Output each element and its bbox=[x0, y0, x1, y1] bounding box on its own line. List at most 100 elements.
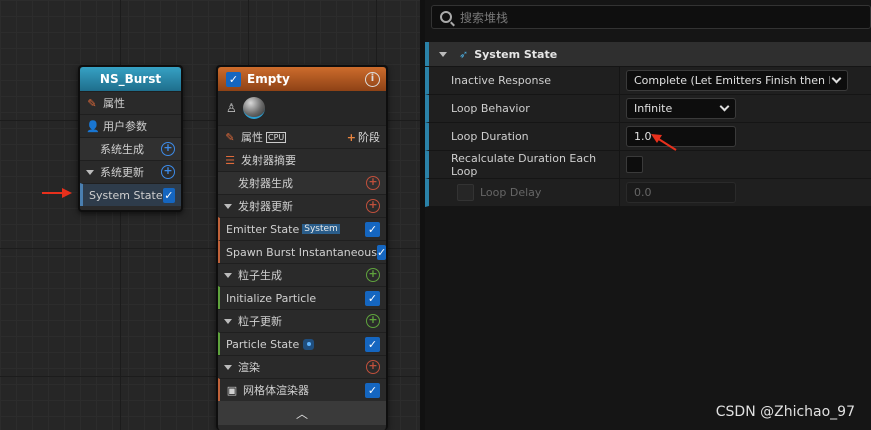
row-label: Particle State bbox=[226, 337, 300, 351]
prop-recalculate-duration: Recalculate Duration Each Loop bbox=[425, 150, 871, 179]
add-module-icon[interactable]: + bbox=[366, 199, 380, 213]
node-row-properties[interactable]: ✎ 属性 CPU + 阶段 bbox=[218, 125, 386, 148]
add-module-icon[interactable]: + bbox=[161, 165, 175, 179]
collapse-button[interactable]: ︿ bbox=[218, 401, 386, 425]
row-label: 发射器更新 bbox=[238, 200, 293, 213]
node-row-summary[interactable]: ☰ 发射器摘要 bbox=[218, 148, 386, 171]
node-row-system-update[interactable]: 系统更新 + bbox=[80, 160, 181, 183]
inactive-response-dropdown[interactable]: Complete (Let Emitters Finish then Kill) bbox=[626, 70, 848, 91]
node-row-properties[interactable]: ✎ 属性 bbox=[80, 91, 181, 114]
search-input[interactable]: 搜索堆栈 bbox=[431, 5, 871, 29]
enabled-checkbox[interactable]: ✓ bbox=[365, 290, 380, 306]
watermark: CSDN @Zhichao_97 bbox=[715, 404, 855, 420]
enabled-checkbox[interactable]: ✓ bbox=[365, 221, 380, 237]
system-overview-graph[interactable]: NS_Burst ✎ 属性 👤 用户参数 系统生成 + 系统更新 + Syste… bbox=[0, 0, 420, 430]
node-row-render[interactable]: 渲染 + bbox=[218, 355, 386, 378]
pencil-icon: ✎ bbox=[225, 130, 235, 144]
list-icon: ☰ bbox=[225, 153, 235, 167]
emitter-node-empty[interactable]: ✓ Empty i ♙ ✎ 属性 CPU +阶段 ☰ 发射器摘要 发射器生成 bbox=[216, 65, 388, 430]
annotation-arrow-icon bbox=[42, 188, 72, 198]
node-row-system-spawn[interactable]: 系统生成 + bbox=[80, 137, 181, 160]
add-module-icon[interactable]: + bbox=[366, 268, 380, 282]
node-row-user-params[interactable]: 👤 用户参数 bbox=[80, 114, 181, 137]
add-module-icon[interactable]: + bbox=[161, 142, 175, 156]
system-tag: System bbox=[302, 224, 340, 234]
node-row-particle-update[interactable]: 粒子更新 + bbox=[218, 309, 386, 332]
prop-loop-duration: Loop Duration 1.0 bbox=[425, 122, 871, 151]
chevron-down-icon bbox=[831, 73, 842, 84]
enabled-checkbox[interactable]: ✓ bbox=[376, 244, 387, 260]
pencil-icon: ✎ bbox=[87, 96, 97, 110]
row-label: Initialize Particle bbox=[226, 291, 317, 305]
search-placeholder: 搜索堆栈 bbox=[460, 10, 509, 25]
row-label: Emitter State bbox=[226, 222, 300, 236]
row-label: 属性 bbox=[103, 97, 125, 110]
node-row-particle-spawn[interactable]: 粒子生成 + bbox=[218, 263, 386, 286]
system-node-ns-burst[interactable]: NS_Burst ✎ 属性 👤 用户参数 系统生成 + 系统更新 + Syste… bbox=[78, 65, 183, 212]
collapse-triangle-icon[interactable] bbox=[86, 169, 94, 175]
prop-label: Inactive Response bbox=[451, 74, 551, 87]
prop-loop-behavior: Loop Behavior Infinite bbox=[425, 94, 871, 123]
enabled-checkbox[interactable]: ✓ bbox=[162, 187, 175, 203]
emitter-preview: ♙ bbox=[218, 91, 386, 125]
node-row-system-state[interactable]: System State ✓ bbox=[80, 183, 181, 206]
loop-behavior-dropdown[interactable]: Infinite bbox=[626, 98, 736, 119]
chevron-down-icon bbox=[719, 101, 730, 112]
collapse-triangle-icon[interactable] bbox=[224, 272, 232, 278]
prop-inactive-response: Inactive Response Complete (Let Emitters… bbox=[425, 66, 871, 95]
node-row-emitter-spawn[interactable]: 发射器生成 + bbox=[218, 171, 386, 194]
row-label: 发射器摘要 bbox=[241, 154, 296, 167]
empty-panel-area bbox=[425, 207, 871, 430]
dropdown-value: Infinite bbox=[634, 102, 673, 115]
row-label: 发射器生成 bbox=[238, 177, 293, 190]
selection-details-panel: 搜索堆栈 ➶ System State Inactive Response Co… bbox=[425, 0, 871, 430]
section-header-system-state[interactable]: ➶ System State bbox=[425, 42, 871, 66]
node-row-emitter-state[interactable]: Emitter State System ✓ bbox=[218, 217, 386, 240]
dropdown-value: Complete (Let Emitters Finish then Kill) bbox=[634, 74, 830, 87]
user-icon: 👤 bbox=[86, 119, 100, 133]
node-header: ✓ Empty i bbox=[218, 67, 386, 91]
annotation-arrow-icon bbox=[651, 134, 677, 151]
add-module-icon[interactable]: + bbox=[366, 360, 380, 374]
node-title: NS_Burst bbox=[80, 67, 181, 91]
info-icon[interactable]: i bbox=[365, 71, 380, 87]
emitter-enabled-checkbox[interactable]: ✓ bbox=[226, 71, 241, 87]
row-label: 系统生成 bbox=[100, 143, 144, 156]
gpu-dot-icon bbox=[303, 338, 315, 350]
collapse-triangle-icon[interactable] bbox=[224, 364, 232, 370]
prop-loop-delay: Loop Delay 0.0 bbox=[425, 178, 871, 207]
row-label: 粒子更新 bbox=[238, 315, 282, 328]
node-title: Empty bbox=[247, 72, 290, 86]
row-label: System State bbox=[89, 188, 163, 202]
collapse-triangle-icon[interactable] bbox=[439, 51, 447, 57]
node-row-spawn-burst[interactable]: Spawn Burst Instantaneous ✓ bbox=[218, 240, 387, 263]
prop-label: Loop Delay bbox=[480, 186, 542, 199]
isolate-icon[interactable]: ♙ bbox=[226, 101, 237, 115]
loop-duration-input[interactable]: 1.0 bbox=[626, 126, 736, 147]
prop-label-row: Loop Delay bbox=[429, 184, 619, 201]
enabled-checkbox[interactable]: ✓ bbox=[365, 382, 380, 398]
loop-delay-input[interactable]: 0.0 bbox=[626, 182, 736, 203]
node-row-init-particle[interactable]: Initialize Particle ✓ bbox=[218, 286, 386, 309]
add-module-icon[interactable]: + bbox=[366, 314, 380, 328]
loop-delay-enable-checkbox[interactable] bbox=[457, 184, 474, 201]
node-row-mesh-renderer[interactable]: ▣ 网格体渲染器 ✓ bbox=[218, 378, 386, 401]
cube-icon: ▣ bbox=[226, 383, 238, 397]
node-row-particle-state[interactable]: Particle State ✓ bbox=[218, 332, 386, 355]
collapse-triangle-icon[interactable] bbox=[224, 318, 232, 324]
cpu-badge: CPU bbox=[266, 131, 287, 143]
recalculate-duration-checkbox[interactable] bbox=[626, 156, 643, 173]
row-label: 网格体渲染器 bbox=[243, 384, 309, 397]
row-label: 系统更新 bbox=[100, 166, 144, 179]
enabled-checkbox[interactable]: ✓ bbox=[365, 336, 380, 352]
row-label: 属性 bbox=[241, 131, 263, 144]
row-label: 粒子生成 bbox=[238, 269, 282, 282]
sphere-thumbnail-icon[interactable] bbox=[242, 97, 265, 119]
add-stage-button[interactable]: + 阶段 bbox=[347, 129, 380, 145]
stage-label: 阶段 bbox=[358, 131, 380, 144]
node-row-emitter-update[interactable]: 发射器更新 + bbox=[218, 194, 386, 217]
prop-label: Loop Behavior bbox=[451, 102, 530, 115]
add-module-icon[interactable]: + bbox=[366, 176, 380, 190]
row-label: 用户参数 bbox=[103, 120, 147, 133]
collapse-triangle-icon[interactable] bbox=[224, 203, 232, 209]
